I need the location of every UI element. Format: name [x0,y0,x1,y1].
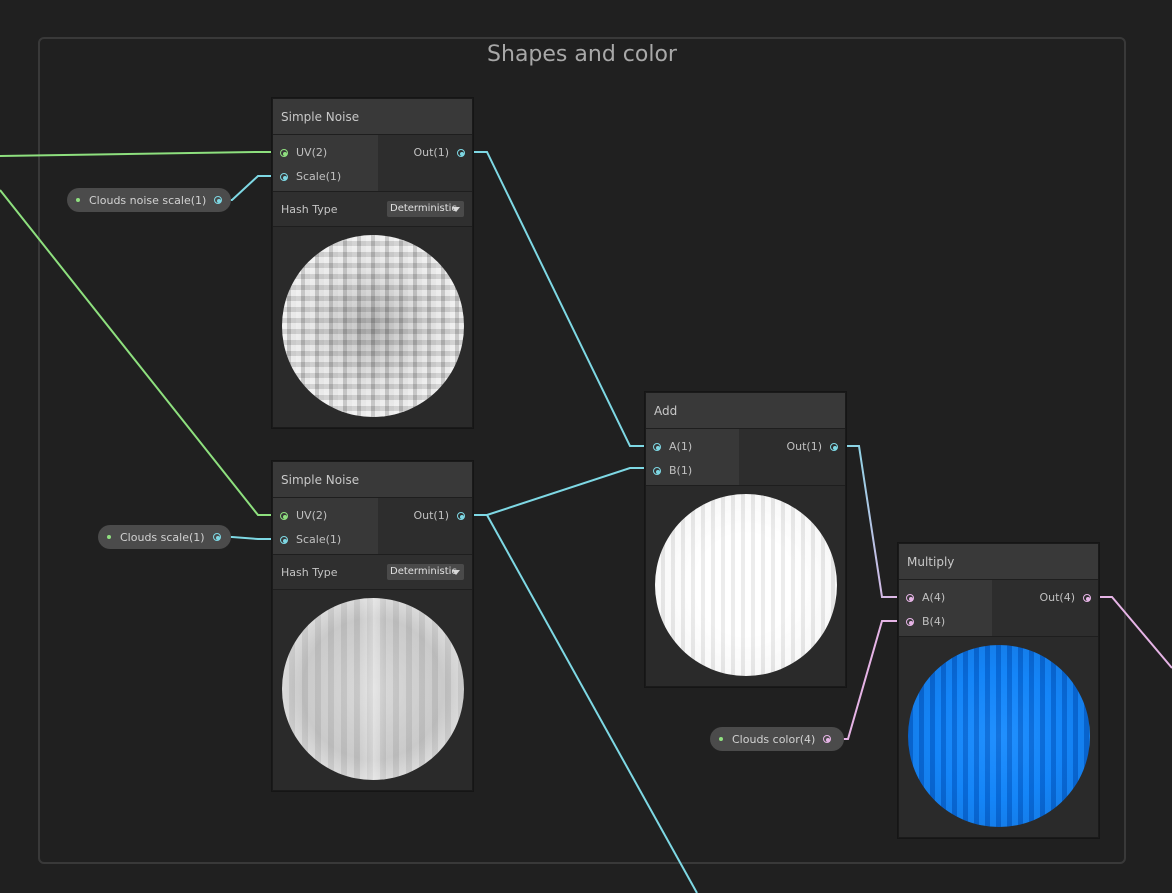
port-label: Out(1) [413,509,449,522]
preview-sphere-multiply [908,645,1090,827]
node-simple-noise-bottom[interactable]: Simple Noise UV(2) Scale(1) Out(1) Hash … [272,461,473,791]
property-label: Clouds scale(1) [120,530,205,544]
port-b[interactable]: B(4) [906,614,945,630]
group-title: Shapes and color [487,42,677,67]
port-scale[interactable]: Scale(1) [280,532,341,548]
port-dot-icon[interactable] [457,512,465,520]
property-label: Clouds color(4) [732,732,816,746]
hash-type-dropdown[interactable]: Deterministic [387,564,464,580]
port-label: UV(2) [296,509,328,522]
node-add[interactable]: Add A(1) B(1) Out(1) [645,392,846,687]
node-preview [273,227,472,427]
port-label: B(4) [922,615,946,628]
port-label: Scale(1) [296,533,342,546]
port-label: Out(1) [413,146,449,159]
port-label: B(1) [669,464,693,477]
preview-sphere-add [655,494,837,676]
node-preview [273,590,472,790]
port-dot-icon[interactable] [214,196,223,204]
port-dot-icon[interactable] [280,173,288,181]
hash-type-label: Hash Type [281,565,338,579]
port-label: Out(4) [1039,591,1075,604]
port-out[interactable]: Out(1) [413,508,465,524]
port-label: UV(2) [296,146,328,159]
port-dot-icon[interactable] [830,443,838,451]
port-scale[interactable]: Scale(1) [280,169,341,185]
port-dot-icon[interactable] [280,512,288,520]
exposed-indicator-icon [76,198,80,202]
port-out[interactable]: Out(4) [1039,590,1091,606]
chevron-down-icon [452,570,460,575]
port-a[interactable]: A(4) [906,590,945,606]
port-dot-icon[interactable] [906,594,914,602]
port-dot-icon[interactable] [823,735,832,743]
hash-type-value: Deterministic [390,566,457,577]
port-dot-icon[interactable] [653,443,661,451]
node-title[interactable]: Simple Noise [273,99,472,135]
exposed-indicator-icon [719,737,723,741]
port-b[interactable]: B(1) [653,463,692,479]
hash-type-label: Hash Type [281,202,338,216]
port-dot-icon[interactable] [1083,594,1091,602]
chevron-down-icon [452,207,460,212]
node-simple-noise-top[interactable]: Simple Noise UV(2) Scale(1) Out(1) Hash … [272,98,473,428]
property-clouds-noise-scale[interactable]: Clouds noise scale(1) [67,188,231,212]
property-clouds-scale[interactable]: Clouds scale(1) [98,525,231,549]
preview-sphere-noise [282,598,464,780]
hash-type-dropdown[interactable]: Deterministic [387,201,464,217]
property-clouds-color[interactable]: Clouds color(4) [710,727,844,751]
port-dot-icon[interactable] [906,618,914,626]
port-dot-icon[interactable] [653,467,661,475]
node-title[interactable]: Add [646,393,845,429]
port-label: Out(1) [786,440,822,453]
port-out[interactable]: Out(1) [413,145,465,161]
hash-type-row: Hash Type Deterministic [273,192,472,227]
port-label: A(4) [922,591,946,604]
property-label: Clouds noise scale(1) [89,193,207,207]
node-preview [646,486,845,686]
node-preview [899,637,1098,837]
port-out[interactable]: Out(1) [786,439,838,455]
port-uv[interactable]: UV(2) [280,145,327,161]
node-title[interactable]: Multiply [899,544,1098,580]
preview-sphere-noise [282,235,464,417]
port-dot-icon[interactable] [280,149,288,157]
port-dot-icon[interactable] [212,533,221,541]
node-title[interactable]: Simple Noise [273,462,472,498]
port-label: Scale(1) [296,170,342,183]
port-dot-icon[interactable] [457,149,465,157]
port-a[interactable]: A(1) [653,439,692,455]
node-multiply[interactable]: Multiply A(4) B(4) Out(4) [898,543,1099,838]
port-uv[interactable]: UV(2) [280,508,327,524]
port-label: A(1) [669,440,693,453]
port-dot-icon[interactable] [280,536,288,544]
hash-type-value: Deterministic [390,203,457,214]
hash-type-row: Hash Type Deterministic [273,555,472,590]
exposed-indicator-icon [107,535,111,539]
